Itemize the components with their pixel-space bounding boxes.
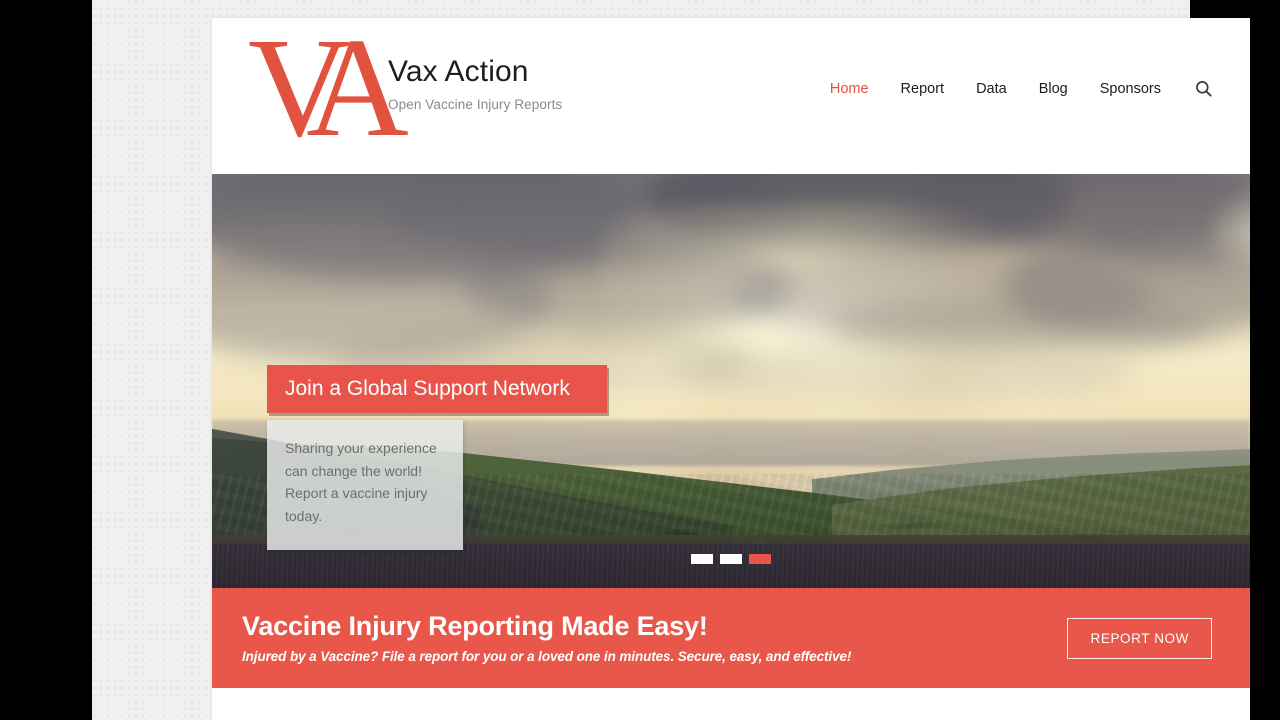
brand-tagline: Open Vaccine Injury Reports (388, 96, 563, 112)
hero-caption-title: Join a Global Support Network (267, 365, 607, 413)
report-now-button[interactable]: REPORT NOW (1067, 617, 1212, 659)
hero-caption: Join a Global Support Network Sharing yo… (267, 365, 607, 550)
cta-heading: Vaccine Injury Reporting Made Easy! (242, 610, 708, 641)
hero-slider: Join a Global Support Network Sharing yo… (212, 174, 1250, 588)
nav-item-report[interactable]: Report (885, 81, 961, 97)
site-header: VA Vax Action Open Vaccine Injury Report… (212, 18, 1250, 174)
cta-text-block: Vaccine Injury Reporting Made Easy! Inju… (242, 610, 1067, 665)
nav-item-home[interactable]: Home (814, 81, 885, 97)
nav-item-blog[interactable]: Blog (1023, 81, 1084, 97)
screenshot-viewport: VA Vax Action Open Vaccine Injury Report… (0, 0, 1280, 720)
foreground-road (212, 544, 1250, 588)
nav-item-data[interactable]: Data (960, 81, 1023, 97)
below-fold-content (212, 688, 1250, 720)
logo-letters: VA (248, 18, 409, 166)
search-icon[interactable] (1177, 80, 1218, 97)
slider-indicators (212, 554, 1250, 564)
cta-subheading: Injured by a Vaccine? File a report for … (242, 649, 852, 665)
page-title: Vax Action (388, 55, 529, 88)
slider-dot-3[interactable] (749, 554, 771, 564)
brand-block[interactable]: VA Vax Action Open Vaccine Injury Report… (212, 18, 562, 158)
brand-text: Vax Action Open Vaccine Injury Reports (368, 30, 562, 112)
hero-caption-body: Sharing your experience can change the w… (267, 420, 463, 550)
browser-page-frame: VA Vax Action Open Vaccine Injury Report… (92, 0, 1250, 720)
main-navigation: Home Report Data Blog Sponsors (814, 80, 1218, 97)
slider-dot-2[interactable] (720, 554, 742, 564)
va-monogram-logo[interactable]: VA (248, 18, 409, 166)
cta-banner: Vaccine Injury Reporting Made Easy! Inju… (212, 588, 1250, 688)
nav-item-sponsors[interactable]: Sponsors (1084, 81, 1177, 97)
website-page: VA Vax Action Open Vaccine Injury Report… (212, 18, 1250, 720)
slider-dot-1[interactable] (691, 554, 713, 564)
